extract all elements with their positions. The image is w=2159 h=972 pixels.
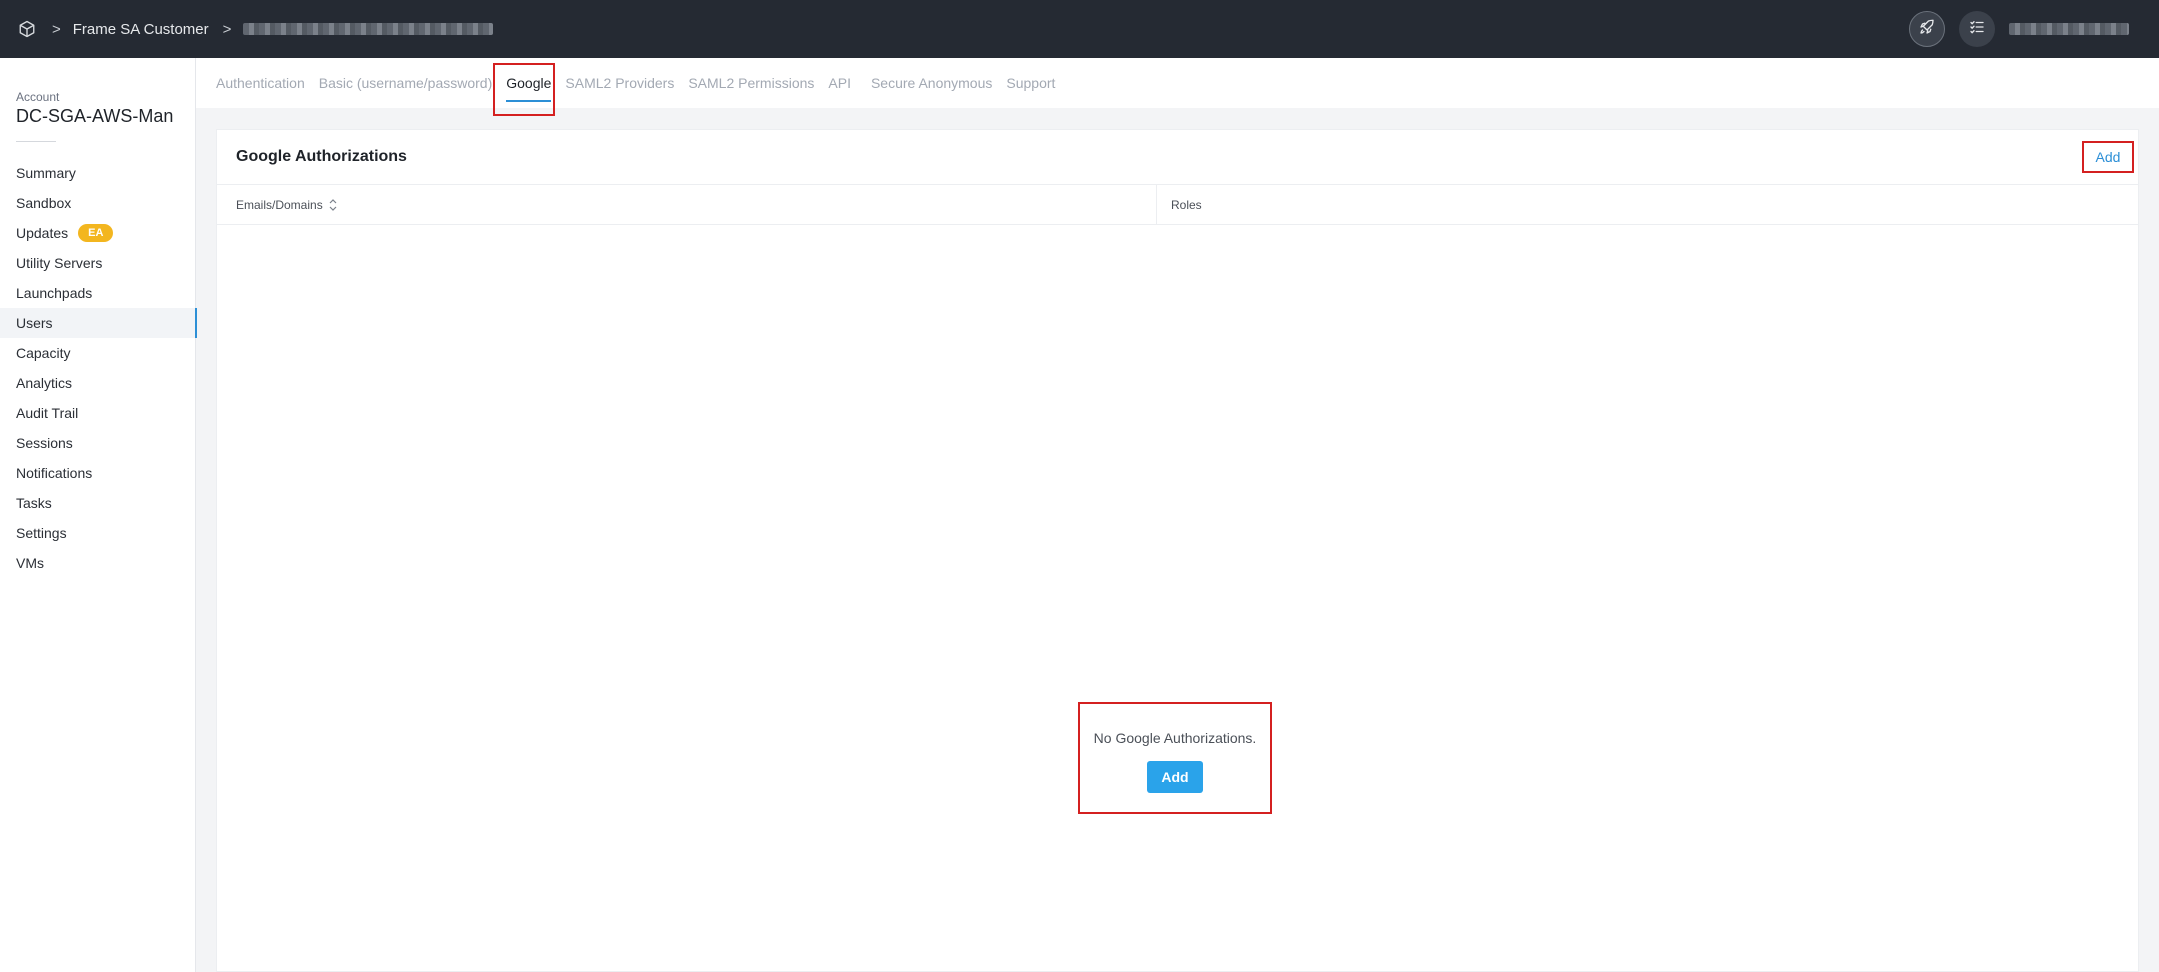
tab-api[interactable]: API bbox=[828, 75, 851, 91]
tasks-button[interactable] bbox=[1959, 11, 1995, 47]
tab-authentication[interactable]: Authentication bbox=[216, 75, 305, 91]
tab-saml2-providers[interactable]: SAML2 Providers bbox=[565, 75, 674, 91]
breadcrumb-customer[interactable]: Frame SA Customer bbox=[73, 21, 209, 38]
breadcrumb-separator: > bbox=[52, 20, 61, 38]
checklist-icon bbox=[1968, 18, 1986, 41]
sidebar-item-utility-servers[interactable]: Utility Servers bbox=[0, 248, 196, 278]
account-name: DC-SGA-AWS-Man bbox=[16, 106, 174, 126]
sidebar-item-label: Summary bbox=[16, 165, 76, 181]
sidebar-item-updates[interactable]: Updates EA bbox=[0, 218, 196, 248]
sidebar-item-notifications[interactable]: Notifications bbox=[0, 458, 196, 488]
tab-google-label: Google bbox=[506, 75, 552, 91]
sidebar-item-label: Launchpads bbox=[16, 285, 93, 301]
sidebar-nav: Summary Sandbox Updates EA Utility Server… bbox=[0, 158, 197, 578]
tab-basic[interactable]: Basic (username/password) bbox=[319, 75, 493, 91]
account-divider bbox=[16, 141, 56, 142]
rocket-icon bbox=[1918, 18, 1936, 41]
sidebar-item-vms[interactable]: VMs bbox=[0, 548, 196, 578]
add-button-empty-state[interactable]: Add bbox=[1147, 761, 1203, 793]
empty-state: No Google Authorizations. Add bbox=[1078, 702, 1272, 814]
breadcrumb-account-redacted[interactable] bbox=[243, 23, 494, 35]
sidebar-item-sandbox[interactable]: Sandbox bbox=[0, 188, 196, 218]
sidebar-item-audit-trail[interactable]: Audit Trail bbox=[0, 398, 196, 428]
sidebar-item-label: Tasks bbox=[16, 495, 52, 511]
column-emails-domains[interactable]: Emails/Domains bbox=[217, 185, 1157, 224]
card-header: Google Authorizations Add bbox=[217, 130, 2138, 185]
column-header-label: Emails/Domains bbox=[236, 197, 323, 212]
tab-secure-anonymous[interactable]: Secure Anonymous bbox=[871, 75, 992, 91]
sort-icon[interactable] bbox=[329, 198, 337, 211]
column-roles[interactable]: Roles bbox=[1157, 185, 2138, 224]
google-authorizations-card: Google Authorizations Add Emails/Domains… bbox=[216, 129, 2139, 972]
empty-state-text: No Google Authorizations. bbox=[1093, 730, 1257, 746]
tab-support[interactable]: Support bbox=[1006, 75, 1055, 91]
top-bar: > Frame SA Customer > bbox=[0, 0, 2159, 58]
sidebar-item-label: Settings bbox=[16, 525, 67, 541]
column-header-label: Roles bbox=[1171, 197, 1202, 212]
sidebar-item-users[interactable]: Users bbox=[0, 308, 197, 338]
sidebar-item-label: Sessions bbox=[16, 435, 73, 451]
sidebar-item-capacity[interactable]: Capacity bbox=[0, 338, 196, 368]
breadcrumb-separator: > bbox=[222, 20, 232, 38]
cube-icon[interactable] bbox=[16, 18, 38, 40]
sidebar-item-label: Users bbox=[16, 315, 53, 331]
add-button-header[interactable]: Add bbox=[2082, 141, 2134, 173]
sidebar-item-label: Capacity bbox=[16, 345, 71, 361]
sidebar-item-label: Sandbox bbox=[16, 195, 72, 211]
account-label: Account bbox=[16, 90, 60, 104]
tab-google[interactable]: Google bbox=[506, 75, 552, 102]
user-menu-redacted[interactable] bbox=[2009, 23, 2129, 35]
auth-tabs: Authentication Basic (username/password)… bbox=[196, 58, 2159, 108]
card-title: Google Authorizations bbox=[236, 148, 407, 165]
sidebar-item-label: Audit Trail bbox=[16, 405, 79, 421]
launch-button[interactable] bbox=[1909, 11, 1945, 47]
sidebar-item-tasks[interactable]: Tasks bbox=[0, 488, 196, 518]
sidebar: Account DC-SGA-AWS-Man Summary Sandbox U… bbox=[0, 58, 197, 972]
sidebar-item-label: VMs bbox=[16, 555, 44, 571]
sidebar-item-launchpads[interactable]: Launchpads bbox=[0, 278, 196, 308]
ea-badge: EA bbox=[78, 224, 114, 242]
sidebar-item-label: Analytics bbox=[16, 375, 73, 391]
sidebar-item-analytics[interactable]: Analytics bbox=[0, 368, 196, 398]
sidebar-item-sessions[interactable]: Sessions bbox=[0, 428, 196, 458]
tab-saml2-permissions[interactable]: SAML2 Permissions bbox=[688, 75, 814, 91]
sidebar-item-summary[interactable]: Summary bbox=[0, 158, 196, 188]
table-header: Emails/Domains Roles bbox=[217, 185, 2138, 225]
sidebar-item-label: Notifications bbox=[16, 465, 93, 481]
active-tab-underline bbox=[506, 100, 552, 102]
sidebar-item-settings[interactable]: Settings bbox=[0, 518, 196, 548]
sidebar-item-label: Utility Servers bbox=[16, 255, 103, 271]
sidebar-item-label: Updates bbox=[16, 225, 69, 241]
